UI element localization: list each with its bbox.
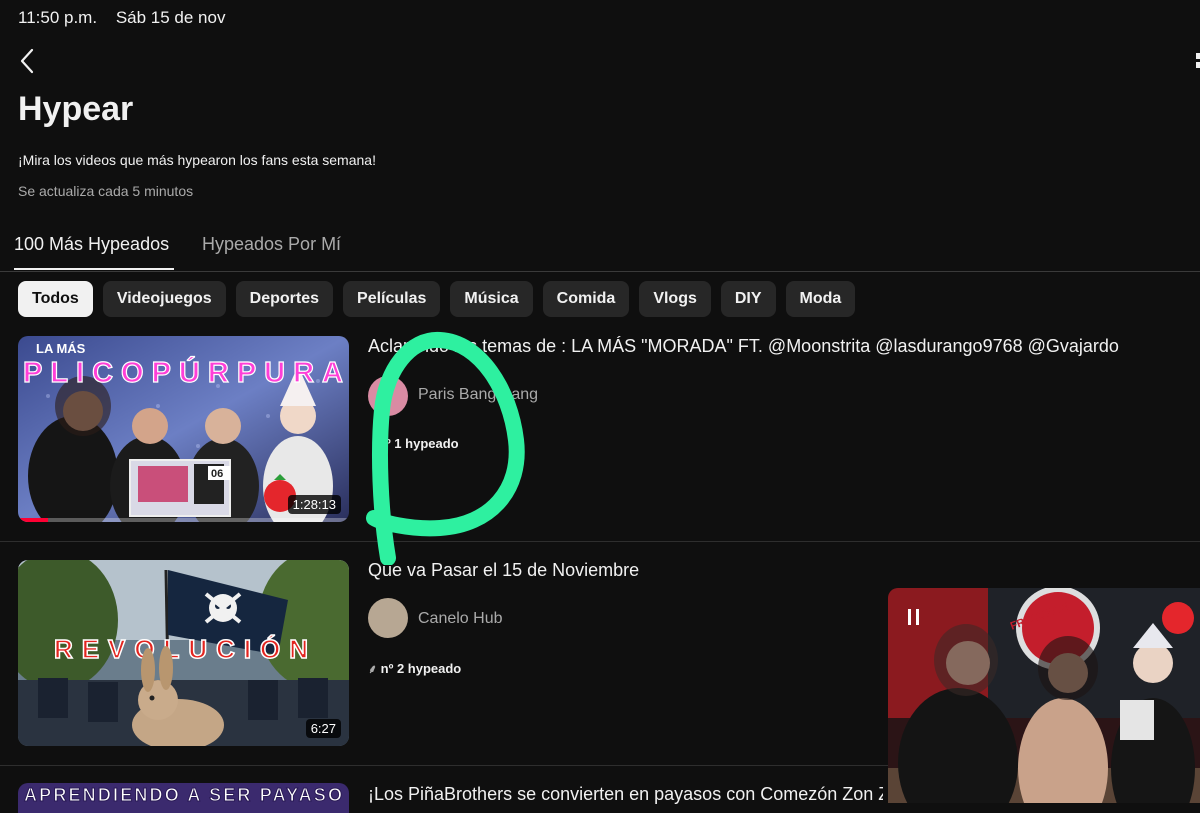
thumbnail-image: APRENDIENDO A SER PAYASO [24,785,343,806]
chip-peliculas[interactable]: Películas [343,281,441,317]
page-subtitle: ¡Mira los videos que más hypearon los fa… [18,152,376,168]
active-tab-indicator [14,268,174,270]
chevron-left-icon [20,48,34,74]
chip-comida[interactable]: Comida [542,281,630,317]
chip-moda[interactable]: Moda [785,281,856,317]
video-thumbnail[interactable]: APRENDIENDO A SER PAYASO [18,783,349,813]
mini-player[interactable]: FRESUKON [888,588,1200,803]
hand-drawn-circle-annotation [366,331,525,565]
hype-icon: ⸙ [368,662,378,676]
pause-icon [908,609,919,625]
category-chips: Todos Videojuegos Deportes Películas Mús… [18,281,856,317]
video-thumbnail[interactable]: LA MÁS PLICOPÚRPURA 06 1:28:13 [18,336,349,522]
page-title: Hypear [18,90,134,128]
video-duration: 1:28:13 [287,495,341,514]
chip-musica[interactable]: Música [450,281,533,317]
channel-name[interactable]: Canelo Hub [418,610,503,628]
back-button[interactable] [14,46,42,76]
chip-vlogs[interactable]: Vlogs [639,281,711,317]
tab-top-100[interactable]: 100 Más Hypeados [14,234,169,255]
pause-button[interactable] [906,608,922,631]
avatar[interactable] [368,598,408,638]
watch-progress-track [18,518,349,522]
chip-videojuegos[interactable]: Videojuegos [102,281,226,317]
row-divider [0,541,1200,542]
thumb-counter: 06 [211,468,223,480]
tab-hyped-by-me[interactable]: Hypeados Por Mí [202,234,341,255]
chip-diy[interactable]: DIY [720,281,776,317]
chip-deportes[interactable]: Deportes [235,281,334,317]
cast-icon[interactable] [1190,50,1200,72]
status-time: 11:50 p.m. [18,8,98,27]
status-date: Sáb 15 de nov [115,8,226,27]
video-title[interactable]: ¡Los PiñaBrothers se convierten en payas… [368,784,883,805]
thumb-banner: APRENDIENDO A SER PAYASO [24,785,342,803]
mini-player-video: FRESUKON [888,588,1200,803]
hype-rank: ⸙ nº 2 hypeado [368,660,461,677]
tabs-divider [0,271,1200,272]
chip-todos[interactable]: Todos [18,281,93,317]
video-duration: 6:27 [305,719,341,738]
thumbnail-image: REVOLUCIÓN [18,560,349,746]
thumb-banner-top: LA MÁS [36,341,86,356]
video-thumbnail[interactable]: REVOLUCIÓN 6:27 [18,560,349,746]
hype-rank-label: nº 2 hypeado [380,661,462,676]
status-bar: 11:50 p.m. Sáb 15 de nov [18,8,239,28]
watch-progress-fill [18,518,48,522]
update-note: Se actualiza cada 5 minutos [18,183,194,199]
